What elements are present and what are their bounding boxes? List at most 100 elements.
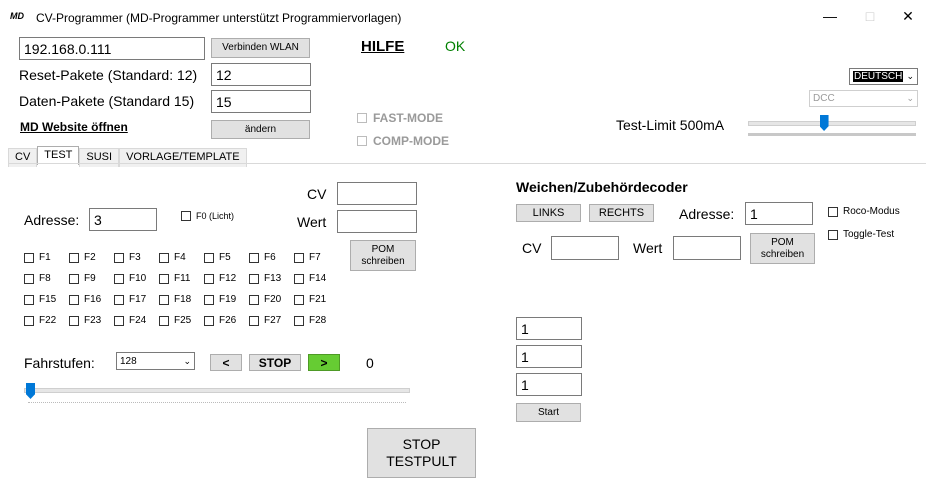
language-select[interactable]: DEUTSCH ⌄ [849, 68, 918, 85]
function-option[interactable]: F8 [24, 273, 51, 284]
accessory-field-1[interactable] [516, 317, 582, 340]
roco-mode-option[interactable]: Roco-Modus [828, 206, 900, 217]
function-option[interactable]: F24 [114, 315, 146, 326]
data-packets-input[interactable] [211, 90, 311, 113]
stop-testpult-button[interactable]: STOP TESTPULT [367, 428, 476, 478]
direction-back-button[interactable]: < [210, 354, 242, 371]
function-option[interactable]: F9 [69, 273, 96, 284]
function-option[interactable]: F11 [159, 273, 191, 284]
toggle-test-option[interactable]: Toggle-Test [828, 229, 894, 240]
tab-vorlage-template[interactable]: VORLAGE/TEMPLATE [119, 148, 247, 167]
function-checkbox[interactable] [294, 273, 304, 284]
function-label: F14 [309, 273, 327, 284]
function-checkbox[interactable] [24, 315, 34, 326]
function-option[interactable]: F3 [114, 252, 141, 263]
function-option[interactable]: F7 [294, 252, 321, 263]
cv-input[interactable] [337, 182, 417, 205]
connect-wlan-button[interactable]: Verbinden WLAN [211, 38, 310, 58]
function-checkbox[interactable] [294, 315, 304, 326]
function-checkbox[interactable] [24, 294, 34, 305]
function-checkbox[interactable] [159, 273, 169, 284]
slider-thumb[interactable] [26, 383, 35, 399]
function-option[interactable]: F25 [159, 315, 191, 326]
help-link[interactable]: HILFE [361, 38, 404, 55]
function-checkbox[interactable] [204, 273, 214, 284]
accessory-wert-input[interactable] [673, 236, 741, 260]
links-button[interactable]: LINKS [516, 204, 581, 222]
function-option[interactable]: F22 [24, 315, 56, 326]
function-option[interactable]: F1 [24, 252, 51, 263]
function-checkbox[interactable] [204, 294, 214, 305]
function-option[interactable]: F23 [69, 315, 101, 326]
function-checkbox[interactable] [114, 252, 124, 263]
function-checkbox[interactable] [69, 315, 79, 326]
tab-susi[interactable]: SUSI [79, 148, 120, 167]
function-option[interactable]: F28 [294, 315, 326, 326]
function-option[interactable]: F2 [69, 252, 96, 263]
tab-cv[interactable]: CV [8, 148, 38, 167]
wert-input[interactable] [337, 210, 417, 233]
fahrstufen-select[interactable]: 128 ⌄ [116, 352, 195, 370]
slider-thumb[interactable] [819, 115, 829, 131]
rechts-button[interactable]: RECHTS [589, 204, 654, 222]
function-option[interactable]: F16 [69, 294, 101, 305]
pom-write-button[interactable]: POM schreiben [350, 240, 416, 271]
function-option[interactable]: F15 [24, 294, 56, 305]
function-checkbox[interactable] [249, 315, 259, 326]
function-option[interactable]: F10 [114, 273, 146, 284]
function-checkbox[interactable] [294, 252, 304, 263]
function-checkbox[interactable] [159, 294, 169, 305]
change-button[interactable]: ändern [211, 120, 310, 139]
function-checkbox[interactable] [249, 252, 259, 263]
ip-address-input[interactable] [19, 37, 205, 60]
function-option[interactable]: F18 [159, 294, 191, 305]
function-option[interactable]: F6 [249, 252, 276, 263]
function-checkbox[interactable] [294, 294, 304, 305]
function-checkbox[interactable] [114, 294, 124, 305]
minimize-button[interactable]: — [815, 6, 845, 26]
function-checkbox[interactable] [204, 315, 214, 326]
function-option[interactable]: F13 [249, 273, 281, 284]
test-limit-slider[interactable] [748, 113, 916, 137]
function-option[interactable]: F5 [204, 252, 231, 263]
speed-slider[interactable] [24, 380, 410, 406]
function-checkbox[interactable] [24, 273, 34, 284]
function-option[interactable]: F21 [294, 294, 326, 305]
reset-packets-input[interactable] [211, 63, 311, 86]
function-checkbox[interactable] [69, 252, 79, 263]
roco-mode-checkbox[interactable] [828, 206, 838, 217]
function-checkbox[interactable] [114, 315, 124, 326]
accessory-pom-write-button[interactable]: POM schreiben [750, 233, 815, 264]
toggle-test-checkbox[interactable] [828, 229, 838, 240]
function-label: F12 [219, 273, 237, 284]
function-checkbox[interactable] [159, 252, 169, 263]
function-checkbox[interactable] [159, 315, 169, 326]
f0-option[interactable]: F0 (Licht) [181, 211, 234, 221]
function-checkbox[interactable] [69, 294, 79, 305]
function-checkbox[interactable] [69, 273, 79, 284]
direction-forward-button[interactable]: > [308, 354, 340, 371]
function-option[interactable]: F27 [249, 315, 281, 326]
address-input[interactable] [89, 208, 157, 231]
function-option[interactable]: F20 [249, 294, 281, 305]
function-checkbox[interactable] [204, 252, 214, 263]
function-option[interactable]: F12 [204, 273, 236, 284]
function-option[interactable]: F19 [204, 294, 236, 305]
function-option[interactable]: F14 [294, 273, 326, 284]
function-option[interactable]: F17 [114, 294, 146, 305]
accessory-cv-input[interactable] [551, 236, 619, 260]
start-button[interactable]: Start [516, 403, 581, 422]
function-checkbox[interactable] [24, 252, 34, 263]
function-option[interactable]: F4 [159, 252, 186, 263]
stop-button[interactable]: STOP [249, 354, 301, 371]
function-option[interactable]: F26 [204, 315, 236, 326]
accessory-field-2[interactable] [516, 345, 582, 368]
accessory-field-3[interactable] [516, 373, 582, 396]
f0-checkbox[interactable] [181, 211, 191, 221]
function-checkbox[interactable] [249, 294, 259, 305]
function-checkbox[interactable] [114, 273, 124, 284]
md-website-link[interactable]: MD Website öffnen [20, 120, 128, 134]
function-checkbox[interactable] [249, 273, 259, 284]
close-button[interactable]: ✕ [893, 6, 923, 26]
accessory-address-input[interactable] [745, 202, 813, 225]
